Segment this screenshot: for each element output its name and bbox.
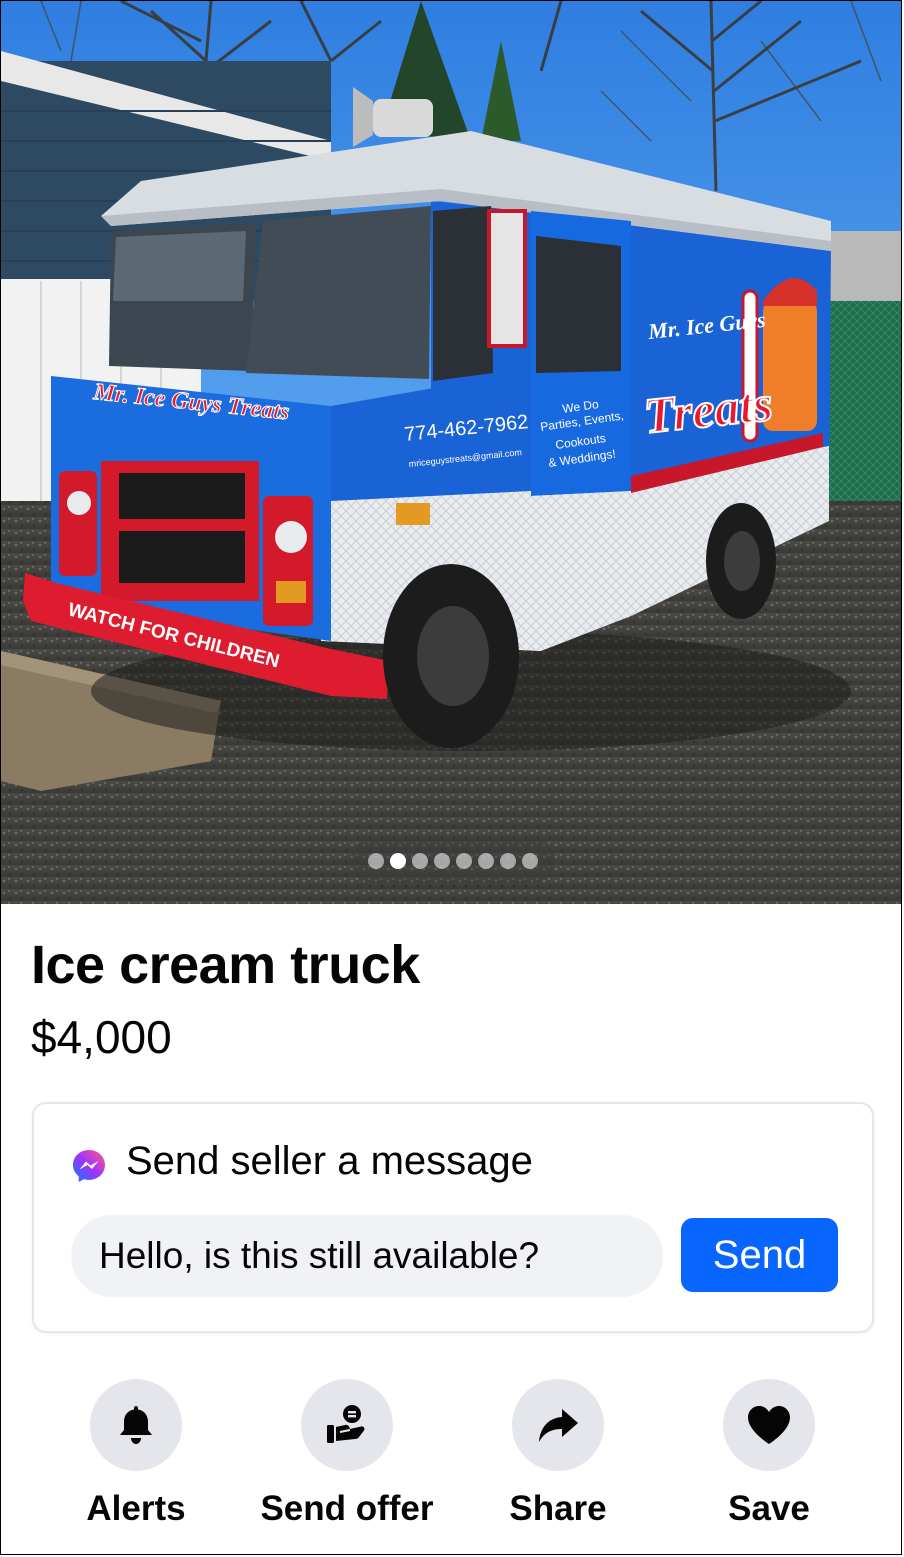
listing-title: Ice cream truck: [31, 935, 420, 995]
carousel-indicator[interactable]: [351, 839, 555, 883]
messenger-icon: [73, 1150, 105, 1182]
send-offer-button[interactable]: Send offer: [237, 1379, 457, 1539]
carousel-dot[interactable]: [522, 853, 538, 869]
save-button[interactable]: Save: [659, 1379, 879, 1539]
listing-photo[interactable]: Mr. Ice Guys Treats Mr. Ice Guys Treats …: [1, 1, 901, 904]
share-icon: [539, 1409, 578, 1442]
save-label: Save: [728, 1489, 810, 1528]
carousel-dot[interactable]: [434, 853, 450, 869]
heart-icon: [748, 1406, 790, 1444]
save-icon-circle[interactable]: [723, 1379, 815, 1471]
send-message-card: Send seller a message Send: [32, 1102, 874, 1333]
marketplace-listing: Mr. Ice Guys Treats Mr. Ice Guys Treats …: [0, 0, 902, 1555]
alerts-icon-circle[interactable]: [90, 1379, 182, 1471]
send-button[interactable]: Send: [681, 1218, 838, 1292]
message-input[interactable]: [71, 1215, 663, 1297]
listing-price: $4,000: [31, 1011, 172, 1063]
share-icon-circle[interactable]: [512, 1379, 604, 1471]
carousel-dot[interactable]: [368, 853, 384, 869]
action-row: Alerts Send offer Share Save: [1, 1379, 901, 1539]
truck-photo-illustration: Mr. Ice Guys Treats Mr. Ice Guys Treats …: [1, 1, 901, 904]
share-label: Share: [509, 1489, 607, 1528]
alerts-button[interactable]: Alerts: [26, 1379, 246, 1539]
carousel-dot[interactable]: [412, 853, 428, 869]
send-message-header: Send seller a message: [70, 1136, 533, 1186]
send-message-heading: Send seller a message: [126, 1139, 533, 1183]
alerts-label: Alerts: [86, 1489, 186, 1528]
send-offer-icon-circle[interactable]: [301, 1379, 393, 1471]
share-button[interactable]: Share: [448, 1379, 668, 1539]
carousel-dot[interactable]: [456, 853, 472, 869]
offer-icon: [327, 1405, 365, 1443]
carousel-dot-active[interactable]: [390, 853, 406, 869]
send-offer-label: Send offer: [260, 1489, 434, 1528]
carousel-dot[interactable]: [500, 853, 516, 869]
carousel-dot[interactable]: [478, 853, 494, 869]
bell-icon: [120, 1406, 152, 1444]
